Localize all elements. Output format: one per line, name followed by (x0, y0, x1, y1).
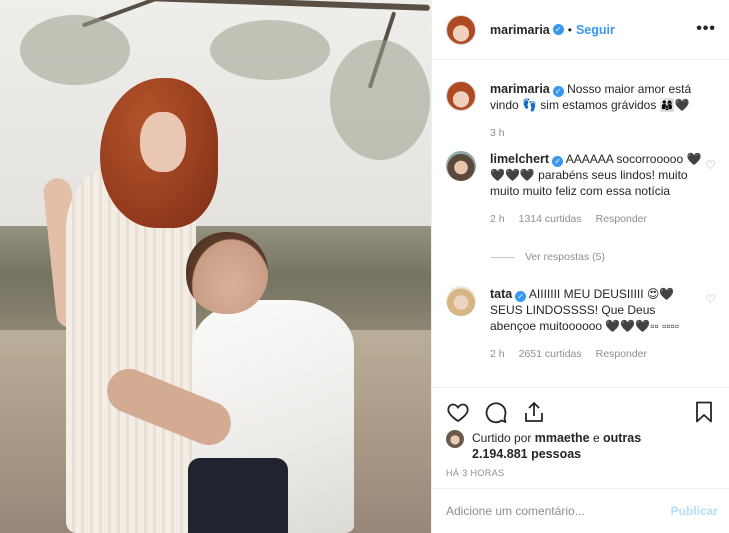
comment-like-heart-icon[interactable]: ♡ (705, 158, 716, 172)
verified-icon: ✓ (515, 291, 527, 302)
add-comment-bar: Adicione um comentário... Publicar (432, 488, 729, 533)
author-avatar[interactable] (446, 14, 476, 45)
comment-time[interactable]: 2 h (490, 213, 505, 225)
caption-avatar[interactable] (446, 81, 476, 111)
foliage (330, 40, 430, 160)
post-side-panel: marimaria ✓ • Seguir ••• marimaria ✓ Noss… (431, 0, 729, 533)
author-username[interactable]: marimaria (490, 23, 550, 37)
man-legs (188, 458, 288, 533)
comment-username[interactable]: limelchert (490, 152, 549, 166)
comment-likes[interactable]: 1314 curtidas (519, 213, 582, 225)
comment-item: tata ✓ AIIIIIII MEU DEUSIIIII 😍🖤 SEUS LIN… (446, 286, 721, 360)
separator-dot: • (567, 22, 572, 37)
comment-avatar[interactable] (446, 151, 476, 181)
post-actions: Curtido por mmaethe e outras 2.194.881 p… (432, 387, 729, 487)
post-photo[interactable] (0, 0, 431, 533)
more-options-icon[interactable]: ••• (696, 20, 716, 38)
instagram-post: marimaria ✓ • Seguir ••• marimaria ✓ Noss… (0, 0, 729, 533)
liker-username[interactable]: mmaethe (535, 431, 590, 445)
caption-time[interactable]: 3 h (490, 127, 505, 139)
comment-username[interactable]: tata (490, 287, 512, 301)
comment-text-wrap: limelchert ✓ AAAAAA socorrooooo 🖤🖤🖤🖤 para… (490, 151, 702, 199)
view-replies-label: Ver respostas (5) (525, 251, 605, 263)
liker-avatar[interactable] (446, 430, 464, 448)
post-timestamp[interactable]: HÁ 3 HORAS (446, 468, 505, 478)
likes-connector: e (592, 431, 600, 445)
foliage (20, 15, 130, 85)
comment-avatar[interactable] (446, 286, 476, 316)
man-head (186, 232, 268, 314)
bookmark-icon[interactable] (692, 400, 716, 424)
reply-button[interactable]: Responder (596, 213, 647, 225)
comment-item: limelchert ✓ AAAAAA socorrooooo 🖤🖤🖤🖤 para… (446, 151, 721, 225)
reply-button[interactable]: Responder (596, 348, 647, 360)
verified-icon: ✓ (552, 156, 564, 167)
likes-text: Curtido por mmaethe e outras 2.194.881 p… (472, 430, 672, 462)
caption-text-wrap: marimaria ✓ Nosso maior amor está vindo 👣… (490, 81, 702, 113)
post-header: marimaria ✓ • Seguir ••• (432, 0, 729, 60)
follow-button[interactable]: Seguir (576, 23, 615, 37)
likes-summary: Curtido por mmaethe e outras 2.194.881 p… (446, 430, 672, 462)
foliage (210, 20, 330, 80)
comment-icon[interactable] (484, 400, 508, 424)
caption-username[interactable]: marimaria (490, 82, 550, 96)
comments-list[interactable]: marimaria ✓ Nosso maior amor está vindo 👣… (432, 61, 729, 387)
comment-time[interactable]: 2 h (490, 348, 505, 360)
likes-prefix: Curtido por (472, 431, 532, 445)
comment-input[interactable]: Adicione um comentário... (446, 504, 585, 518)
share-icon[interactable] (522, 400, 546, 424)
woman-face (140, 112, 186, 172)
caption: marimaria ✓ Nosso maior amor está vindo 👣… (446, 81, 721, 139)
verified-icon: ✓ (552, 86, 564, 97)
verified-icon: ✓ (552, 24, 564, 35)
replies-divider (491, 256, 515, 258)
comment-likes[interactable]: 2651 curtidas (519, 348, 582, 360)
heart-icon[interactable] (446, 400, 470, 424)
publish-button[interactable]: Publicar (671, 504, 718, 518)
comment-text-wrap: tata ✓ AIIIIIII MEU DEUSIIIII 😍🖤 SEUS LIN… (490, 286, 702, 334)
view-replies-button[interactable]: Ver respostas (5) (491, 251, 605, 263)
comment-like-heart-icon[interactable]: ♡ (705, 292, 716, 306)
